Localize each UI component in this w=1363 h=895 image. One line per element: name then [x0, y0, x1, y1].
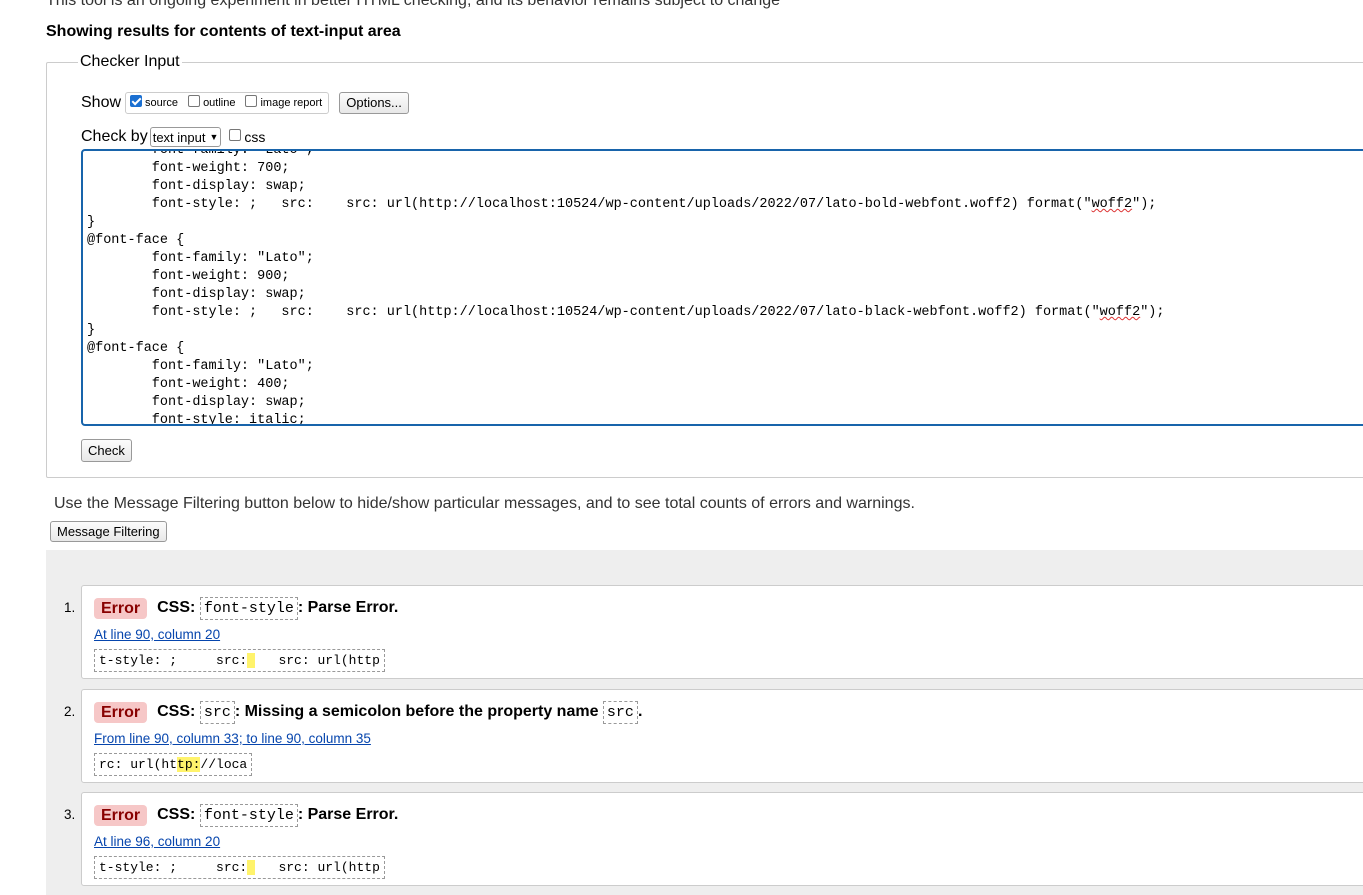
extract-before: rc: url(ht [99, 757, 178, 772]
message-prefix: CSS: [157, 599, 196, 616]
check-by-label: Check by [81, 128, 148, 145]
source-line: font-style: ; src: src: url(http://local… [87, 305, 1165, 320]
show-options-group: source outline image report [125, 92, 330, 114]
extract-after: //loca [200, 757, 248, 772]
extract-highlight: tp: [177, 757, 201, 772]
extract-before: t-style: ; src: [99, 860, 248, 875]
show-outline-label: outline [203, 97, 236, 109]
show-label: Show [81, 94, 122, 111]
message-prefix: CSS: [157, 806, 196, 823]
message-card: Error CSS: font-style : Parse Error. At … [81, 792, 1363, 886]
filtering-hint: Use the Message Filtering button below t… [54, 495, 915, 512]
source-line: font-family: "Lato"; [87, 149, 314, 158]
show-row: Show source outline image report Options… [81, 91, 409, 115]
source-line: } [87, 215, 96, 230]
options-button[interactable]: Options... [339, 92, 409, 114]
error-badge: Error [94, 597, 148, 619]
show-source-checkbox[interactable] [130, 95, 143, 107]
source-line: font-display: swap; [87, 179, 306, 194]
extract-after: src: url(http [255, 860, 380, 875]
message-extract: t-style: ; src: src: url(http [94, 649, 385, 672]
source-textarea[interactable]: font-family: "Lato"; font-weight: 700; f… [81, 149, 1363, 426]
show-outline-checkbox[interactable] [188, 95, 201, 107]
source-line: font-weight: 900; [87, 269, 290, 284]
css-label: css [244, 129, 266, 145]
message-filtering-button[interactable]: Message Filtering [50, 521, 167, 542]
extract-highlight [247, 653, 256, 668]
message-heading: Error CSS: src : Missing a semicolon bef… [94, 700, 642, 724]
source-line: font-family: "Lato"; [87, 251, 314, 266]
message-number: 3. [64, 807, 76, 822]
message-card: Error CSS: src : Missing a semicolon bef… [81, 689, 1363, 783]
source-line: font-weight: 400; [87, 377, 290, 392]
source-line: font-display: swap; [87, 287, 306, 302]
message-prefix: CSS: [157, 703, 196, 720]
message-number: 2. [64, 704, 76, 719]
results-heading: Showing results for contents of text-inp… [46, 23, 401, 40]
message-heading: Error CSS: font-style : Parse Error. [94, 596, 398, 620]
error-badge: Error [94, 701, 148, 723]
checker-input-legend: Checker Input [78, 53, 182, 71]
error-badge: Error [94, 804, 148, 826]
message-number: 1. [64, 600, 76, 615]
source-line: font-display: swap; [87, 395, 306, 410]
source-content: font-family: "Lato"; font-weight: 700; f… [87, 149, 1165, 426]
extract-before: t-style: ; src: [99, 653, 248, 668]
message-location-link[interactable]: At line 90, column 20 [94, 627, 220, 642]
message-text: : Parse Error. [297, 806, 399, 823]
source-line: } [87, 323, 96, 338]
message-code: font-style [199, 803, 298, 827]
message-location-link[interactable]: At line 96, column 20 [94, 834, 220, 849]
source-line: font-weight: 700; [87, 161, 290, 176]
show-outline-option[interactable]: outline [188, 95, 236, 109]
extract-after: src: url(http [255, 653, 380, 668]
source-line: font-family: "Lato"; [87, 359, 314, 374]
extract-highlight [247, 860, 256, 875]
check-button[interactable]: Check [81, 439, 132, 462]
source-line: @font-face { [87, 341, 185, 356]
message-text: : Parse Error. [297, 599, 399, 616]
message-text: : Missing a semicolon before the propert… [234, 703, 599, 720]
check-by-value: text input [152, 129, 206, 145]
message-card: Error CSS: font-style : Parse Error. At … [81, 585, 1363, 679]
show-source-option[interactable]: source [130, 95, 179, 109]
check-by-row: Check by text input ▼ css [81, 127, 265, 147]
source-line: @font-face { [87, 233, 185, 248]
intro-note: This tool is an ongoing experiment in be… [46, 0, 781, 9]
message-location-link[interactable]: From line 90, column 33; to line 90, col… [94, 731, 371, 746]
css-checkbox[interactable] [229, 129, 242, 141]
show-source-label: source [145, 97, 179, 109]
message-code-secondary: src [602, 700, 638, 724]
show-image-report-label: image report [260, 97, 323, 109]
source-line: font-style: ; src: src: url(http://local… [87, 197, 1157, 212]
message-extract: t-style: ; src: src: url(http [94, 856, 385, 879]
check-by-select[interactable]: text input ▼ [149, 127, 222, 147]
message-heading: Error CSS: font-style : Parse Error. [94, 803, 398, 827]
results-area: 1. Error CSS: font-style : Parse Error. … [46, 550, 1363, 895]
chevron-down-icon: ▼ [209, 132, 219, 142]
source-line: font-style: italic; [87, 413, 306, 426]
message-text-secondary: . [637, 703, 643, 720]
message-extract: rc: url(http://loca [94, 753, 253, 776]
show-image-report-option[interactable]: image report [245, 95, 323, 109]
message-code: font-style [199, 596, 298, 620]
message-code: src [199, 700, 235, 724]
show-image-report-checkbox[interactable] [245, 95, 258, 107]
css-option[interactable]: css [229, 129, 265, 145]
